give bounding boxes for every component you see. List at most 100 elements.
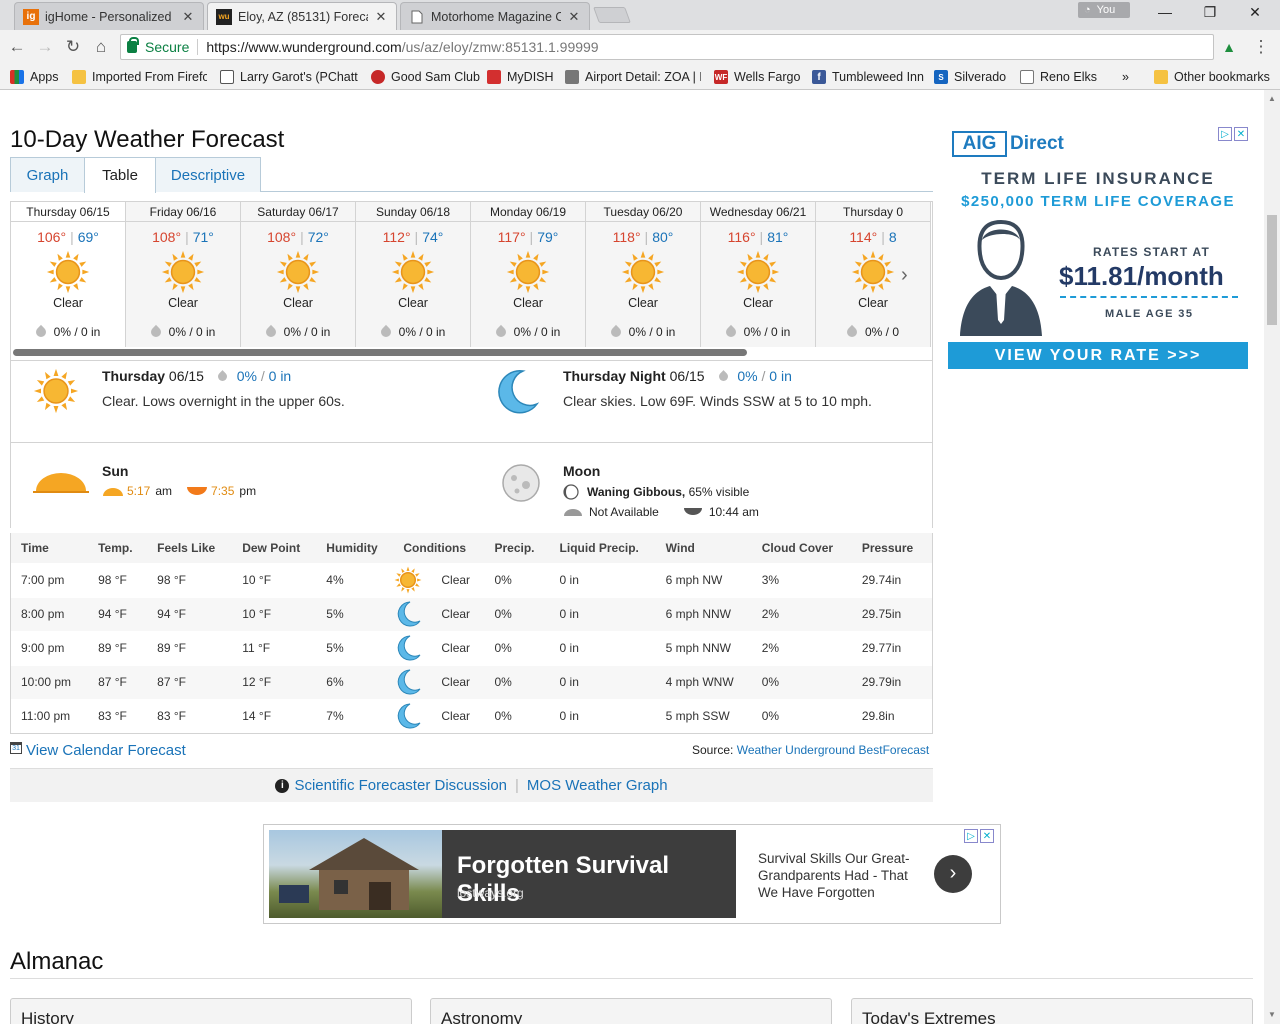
bookmark-reno-elks[interactable]: Reno Elks xyxy=(1020,68,1097,86)
low-temp: 71° xyxy=(192,229,214,245)
tab-table[interactable]: Table xyxy=(84,157,156,193)
high-temp: 112° xyxy=(382,229,411,245)
day-column[interactable]: Friday 06/16 108° | 71° Clear 0% / 0 in xyxy=(126,202,241,347)
mos-weather-graph-link[interactable]: MOS Weather Graph xyxy=(527,777,668,794)
day-detail-panel: Thursday 06/15 0% / 0 in Clear. Lows ove… xyxy=(10,348,933,443)
home-icon[interactable]: ⌂ xyxy=(90,36,112,58)
view-your-rate-button[interactable]: VIEW YOUR RATE >>> xyxy=(948,342,1248,369)
scrollbar-thumb[interactable] xyxy=(1267,215,1277,325)
address-bar[interactable]: Secure https://www.wunderground.com/us/a… xyxy=(120,34,1214,60)
tab-strip: ig igHome - Personalized H ✕ wu Eloy, AZ… xyxy=(0,0,1280,30)
new-tab-button[interactable] xyxy=(593,7,631,23)
tab-motorhome[interactable]: Motorhome Magazine O ✕ xyxy=(400,2,590,30)
precip-value: 0% / 0 in xyxy=(53,325,101,339)
day-column[interactable]: Tuesday 06/20 118° | 80° Clear 0% / 0 in xyxy=(586,202,701,347)
aig-insurance-ad[interactable]: AIG Direct ▷ ✕ TERM LIFE INSURANCE $250,… xyxy=(948,127,1248,372)
profile-button[interactable]: ◔ You xyxy=(1078,2,1130,18)
day-precip: 0% / 0 in xyxy=(471,324,585,340)
table-row: 8:00 pm 94 °F 94 °F 10 °F 5% Clear 0% 0 in 6 mph… xyxy=(11,596,932,631)
bookmark-wells-fargo[interactable]: WF Wells Fargo xyxy=(714,68,800,86)
temp-divider: | xyxy=(414,229,419,245)
almanac-astronomy-box[interactable]: Astronomy xyxy=(430,998,832,1024)
day-column[interactable]: Wednesday 06/21 116° | 81° Clear 0% / 0 in xyxy=(701,202,816,347)
view-calendar-forecast-link[interactable]: 31 View Calendar Forecast xyxy=(10,742,186,759)
close-tab-icon[interactable]: ✕ xyxy=(181,9,195,25)
restore-button[interactable]: ❐ xyxy=(1195,4,1225,24)
bookmark-tumbleweed[interactable]: f Tumbleweed Inn xyxy=(812,68,924,86)
day-name: Friday 06/16 xyxy=(126,205,240,222)
almanac-extremes-box[interactable]: Today's Extremes xyxy=(851,998,1253,1024)
ad-domain: lostways.org xyxy=(457,886,524,900)
profile-label: You xyxy=(1096,4,1116,16)
day-condition: Clear xyxy=(53,296,83,310)
day-column[interactable]: Thursday 06/15 106° | 69° Clear 0% / 0 in xyxy=(11,202,126,347)
liquid-cell: 0 in xyxy=(549,562,656,597)
precip-value: 0% / 0 in xyxy=(513,325,561,339)
sunrise-icon xyxy=(103,487,123,496)
cloud-cell: 2% xyxy=(751,630,852,665)
bookmark-silverado[interactable]: S Silverado xyxy=(934,68,1006,86)
night-detail-heading: Thursday Night 06/15 0% / 0 in xyxy=(563,368,792,384)
bookmark-airport[interactable]: Airport Detail: ZOA | L xyxy=(565,68,701,86)
survival-skills-ad[interactable]: Forgotten Survival Skills lostways.org ▷… xyxy=(263,824,1001,924)
sun-icon xyxy=(851,250,895,294)
bookmark-good-sam[interactable]: Good Sam Club xyxy=(371,68,480,86)
ad-age: MALE AGE 35 xyxy=(1105,308,1194,320)
scroll-up-icon[interactable]: ▲ xyxy=(1268,94,1276,103)
forward-arrow-icon[interactable]: → xyxy=(34,36,56,58)
time-cell: 11:00 pm xyxy=(11,698,89,733)
bookmark-label: Wells Fargo xyxy=(734,70,801,84)
bookmark-label: Imported From Firefo xyxy=(92,70,207,84)
day-column[interactable]: Monday 06/19 117° | 79° Clear 0% / 0 in xyxy=(471,202,586,347)
adchoices-icon[interactable]: ▷ xyxy=(1218,127,1232,141)
liquid-cell: 0 in xyxy=(549,596,656,631)
temp-divider: | xyxy=(70,229,74,245)
day-column[interactable]: Thursday 0 114° | 8 Clear 0% / 0 xyxy=(816,202,931,347)
tab-ighome[interactable]: ig igHome - Personalized H ✕ xyxy=(14,2,204,30)
menu-dots-icon[interactable]: ⋮ xyxy=(1250,36,1272,58)
back-arrow-icon[interactable]: ← xyxy=(6,36,28,58)
ad-go-button[interactable]: › xyxy=(934,855,972,893)
hum-cell: 4% xyxy=(316,562,394,597)
source-link[interactable]: Weather Underground BestForecast xyxy=(737,743,930,757)
dew-cell: 14 °F xyxy=(232,698,317,733)
page-content: 10-Day Weather Forecast Graph Table Desc… xyxy=(0,90,1264,1024)
tab-graph[interactable]: Graph xyxy=(10,157,85,192)
day-detail-heading: Thursday 06/15 0% / 0 in xyxy=(102,368,292,384)
ad-close-icon[interactable]: ✕ xyxy=(980,829,994,843)
feels-cell: 87 °F xyxy=(147,664,233,699)
tab-wunderground[interactable]: wu Eloy, AZ (85131) Forecast ✕ xyxy=(207,2,397,30)
bookmark-imported-firefox[interactable]: Imported From Firefo xyxy=(72,68,207,86)
almanac-history-box[interactable]: History xyxy=(10,998,412,1024)
forecaster-discussion-link[interactable]: Scientific Forecaster Discussion xyxy=(294,777,507,794)
bookmark-mydish[interactable]: MyDISH xyxy=(487,68,554,86)
bookmark-larry-garot[interactable]: Larry Garot's (PChatte xyxy=(220,68,358,86)
close-tab-icon[interactable]: ✕ xyxy=(567,9,581,25)
low-temp: 79° xyxy=(537,229,559,245)
ad-close-icon[interactable]: ✕ xyxy=(1234,127,1248,141)
bookmark-label: Airport Detail: ZOA | L xyxy=(585,70,701,84)
scroll-down-icon[interactable]: ▼ xyxy=(1268,1010,1276,1019)
bookmark-apps[interactable]: Apps xyxy=(10,68,59,86)
cond-cell: Clear xyxy=(393,698,485,733)
reload-icon[interactable]: ↻ xyxy=(62,36,84,58)
chevron-right-icon[interactable]: › xyxy=(901,264,908,287)
condition-cell-content: Clear xyxy=(394,565,484,595)
adchoices-icon[interactable]: ▷ xyxy=(964,829,978,843)
day-column[interactable]: Sunday 06/18 112° | 74° Clear 0% / 0 in xyxy=(356,202,471,347)
bookmarks-overflow-button[interactable]: » xyxy=(1122,68,1129,86)
close-window-button[interactable]: ✕ xyxy=(1240,4,1270,24)
page-scrollbar[interactable]: ▲ ▼ xyxy=(1264,90,1280,1024)
waning-gibbous-icon xyxy=(563,484,579,500)
day-precip: 0% / 0 in xyxy=(586,324,700,340)
minimize-button[interactable]: — xyxy=(1150,4,1180,24)
tab-descriptive[interactable]: Descriptive xyxy=(155,157,261,192)
table-row: 7:00 pm 98 °F 98 °F 10 °F 4% Clear 0% 0 in 6 mph… xyxy=(11,562,932,597)
other-bookmarks[interactable]: Other bookmarks xyxy=(1154,68,1270,86)
close-tab-icon[interactable]: ✕ xyxy=(374,9,388,25)
condition-cell-content: Clear xyxy=(398,599,484,629)
drive-icon[interactable]: ▲ xyxy=(1218,36,1240,58)
day-column[interactable]: Saturday 06/17 108° | 72° Clear 0% / 0 in xyxy=(241,202,356,347)
sun-label: Sun xyxy=(102,463,129,479)
forecast-source: Source: Weather Underground BestForecast xyxy=(692,743,929,757)
